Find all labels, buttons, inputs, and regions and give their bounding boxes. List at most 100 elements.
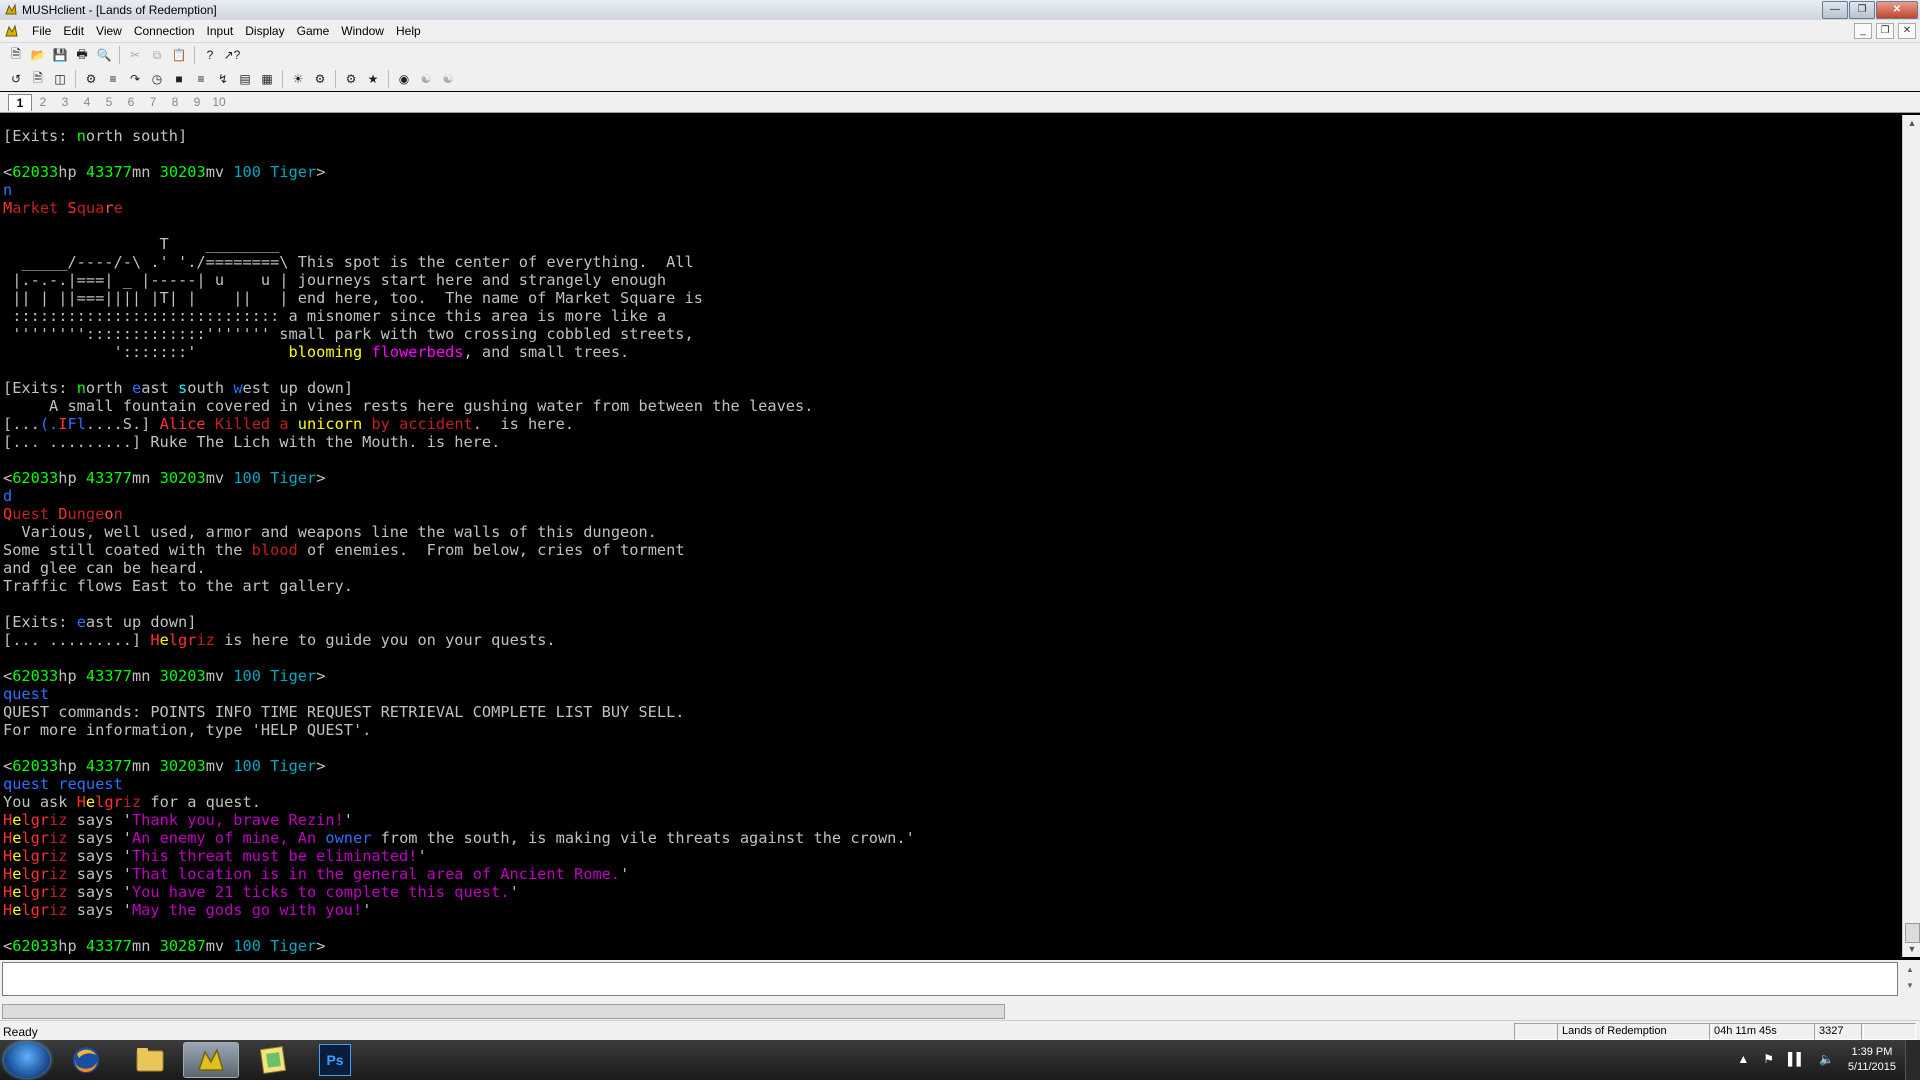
- cut-icon[interactable]: ✂: [125, 45, 145, 65]
- scroll-down-icon[interactable]: ▼: [1903, 941, 1920, 957]
- menu-edit[interactable]: Edit: [57, 24, 90, 38]
- split-icon[interactable]: ◫: [50, 69, 70, 89]
- menu-connection[interactable]: Connection: [128, 24, 201, 38]
- triggers-icon[interactable]: ≡: [103, 69, 123, 89]
- output-line: [... .........] Helgriz is here to guide…: [3, 631, 1902, 649]
- command-scrollbar[interactable]: ▲ ▼: [1902, 962, 1918, 996]
- find-icon[interactable]: ◉: [394, 69, 414, 89]
- configure-icon[interactable]: ⚙: [81, 69, 101, 89]
- world-tab-10[interactable]: 10: [208, 94, 230, 110]
- menu-game[interactable]: Game: [291, 24, 336, 38]
- output-run: [... .........]: [3, 631, 151, 649]
- world-list-icon[interactable]: ▤: [235, 69, 255, 89]
- world-tab-bar: 1 2 3 4 5 6 7 8 9 10: [0, 92, 1920, 113]
- menu-help[interactable]: Help: [390, 24, 427, 38]
- aliases-icon[interactable]: ↷: [125, 69, 145, 89]
- context-help-icon[interactable]: ↗?: [222, 45, 242, 65]
- output-run: orth south]: [85, 127, 188, 145]
- mud-output-window[interactable]: [Exits: north south] <62033hp 43377mn 30…: [0, 115, 1902, 957]
- output-run: lgr: [21, 865, 50, 883]
- mushclient-app-icon[interactable]: [4, 3, 18, 17]
- menu-view[interactable]: View: [90, 24, 128, 38]
- document-restore-button[interactable]: ❐: [1876, 23, 1894, 39]
- activity-icon[interactable]: ⚙: [341, 69, 361, 89]
- output-run: mn: [131, 163, 160, 181]
- timers-icon[interactable]: ◷: [147, 69, 167, 89]
- new-icon[interactable]: 🗎: [6, 45, 26, 65]
- clock-date: 5/11/2015: [1847, 1061, 1896, 1073]
- log-icon[interactable]: 🗎: [28, 69, 48, 89]
- horizontal-scroll-thumb[interactable]: [2, 1004, 1005, 1019]
- document-close-button[interactable]: ✕: [1898, 23, 1916, 39]
- output-run: e: [76, 613, 86, 631]
- file-explorer-icon[interactable]: [122, 1042, 178, 1078]
- world-tab-2[interactable]: 2: [32, 94, 54, 110]
- maximize-button[interactable]: ❐: [1849, 1, 1875, 19]
- action-center-flag-icon[interactable]: ⚑: [1763, 1052, 1774, 1066]
- scroll-up-icon[interactable]: ▲: [1903, 115, 1920, 131]
- world-tab-4[interactable]: 4: [76, 94, 98, 110]
- commands-icon[interactable]: ≡: [191, 69, 211, 89]
- print-preview-icon[interactable]: 🔍: [94, 45, 114, 65]
- photoshop-icon[interactable]: Ps: [307, 1042, 363, 1078]
- horizontal-scrollbar[interactable]: [0, 1002, 1920, 1020]
- copy-icon[interactable]: ⧉: [147, 45, 167, 65]
- menu-display[interactable]: Display: [239, 24, 290, 38]
- output-icon[interactable]: ■: [169, 69, 189, 89]
- close-button[interactable]: ✕: [1876, 1, 1918, 19]
- user-icon[interactable]: ☯: [416, 69, 436, 89]
- world-tab-5[interactable]: 5: [98, 94, 120, 110]
- world-tab-9[interactable]: 9: [186, 94, 208, 110]
- document-minimize-button[interactable]: _: [1854, 23, 1872, 39]
- mushclient-icon[interactable]: [183, 1042, 239, 1078]
- output-run: _____/----/-\ .' './========\: [3, 253, 298, 271]
- print-icon[interactable]: 🖶: [72, 45, 92, 65]
- volume-icon[interactable]: 🔈: [1819, 1052, 1834, 1066]
- plugins-icon[interactable]: ☀: [288, 69, 308, 89]
- start-button[interactable]: [4, 1042, 50, 1078]
- notes-icon[interactable]: [245, 1042, 301, 1078]
- help-icon[interactable]: ?: [200, 45, 220, 65]
- menu-input[interactable]: Input: [201, 24, 240, 38]
- output-run: 43377: [85, 667, 132, 685]
- group-icon[interactable]: ☯: [438, 69, 458, 89]
- macros-icon[interactable]: ↯: [213, 69, 233, 89]
- output-run: n: [113, 505, 123, 523]
- output-run: small park with two crossing cobbled str…: [279, 325, 694, 343]
- save-icon[interactable]: 💾: [50, 45, 70, 65]
- scripts-icon[interactable]: ⚙: [310, 69, 330, 89]
- world-tab-8[interactable]: 8: [164, 94, 186, 110]
- system-clock[interactable]: 1:39 PM 5/11/2015: [1848, 1045, 1896, 1075]
- world-tab-1[interactable]: 1: [8, 94, 32, 111]
- output-vertical-scrollbar[interactable]: ▲ ▼: [1902, 115, 1920, 957]
- vertical-scroll-thumb[interactable]: [1905, 923, 1920, 943]
- connect-icon[interactable]: ↺: [6, 69, 26, 89]
- output-run: >: [316, 937, 326, 955]
- world-tab-7[interactable]: 7: [142, 94, 164, 110]
- document-system-menu-icon[interactable]: [4, 23, 20, 39]
- output-run: says ': [67, 883, 132, 901]
- tray-expand-icon[interactable]: ▲: [1737, 1052, 1749, 1066]
- menu-file[interactable]: File: [26, 24, 57, 38]
- output-run: mn: [131, 667, 160, 685]
- world-tab-6[interactable]: 6: [120, 94, 142, 110]
- firefox-icon[interactable]: [58, 1042, 114, 1078]
- window-title: MUSHclient - [Lands of Redemption]: [22, 3, 217, 17]
- output-line: Helgriz says 'May the gods go with you!': [3, 901, 1902, 919]
- notepad-icon[interactable]: ▦: [257, 69, 277, 89]
- output-run: ': [620, 865, 630, 883]
- minimize-button[interactable]: —: [1822, 1, 1848, 19]
- command-input[interactable]: [2, 962, 1898, 996]
- clock-time: 1:39 PM: [1851, 1046, 1893, 1058]
- paste-icon[interactable]: 📋: [169, 45, 189, 65]
- users-icon[interactable]: ★: [363, 69, 383, 89]
- network-icon[interactable]: ▌▌: [1788, 1052, 1805, 1066]
- output-line: For more information, type 'HELP QUEST'.: [3, 721, 1902, 739]
- show-desktop-button[interactable]: [1905, 1040, 1920, 1080]
- menu-window[interactable]: Window: [335, 24, 390, 38]
- output-line: [... .........] Ruke The Lich with the M…: [3, 433, 1902, 451]
- world-tab-3[interactable]: 3: [54, 94, 76, 110]
- open-icon[interactable]: 📂: [28, 45, 48, 65]
